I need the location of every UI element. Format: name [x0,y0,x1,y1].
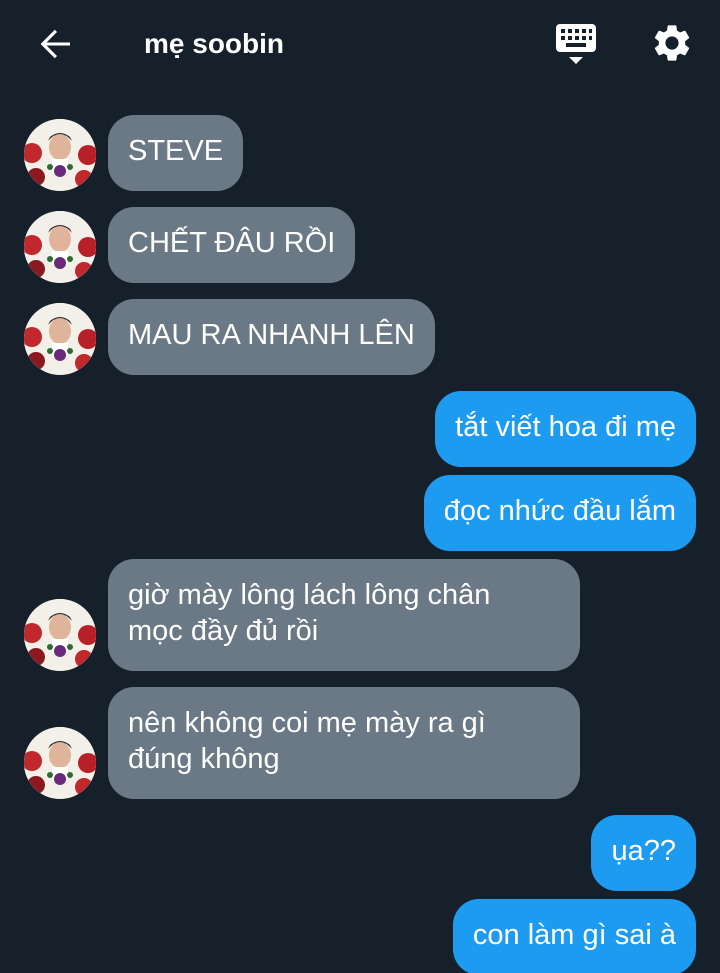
incoming-message-bubble[interactable]: MAU RA NHANH LÊN [108,299,435,375]
contact-avatar[interactable] [24,211,96,283]
message-row: đọc nhức đầu lắm [0,475,720,551]
incoming-message-bubble[interactable]: nên không coi mẹ mày ra gì đúng không [108,687,580,799]
message-text: ụa?? [611,835,676,867]
outgoing-message-bubble[interactable]: tắt viết hoa đi mẹ [435,391,696,467]
back-button[interactable] [36,24,76,64]
keyboard-icon [556,24,596,64]
message-text: con làm gì sai à [472,919,676,951]
incoming-message-bubble[interactable]: STEVE [108,115,244,191]
outgoing-message-bubble[interactable]: đọc nhức đầu lắm [423,475,696,551]
message-row: giờ mày lông lách lông chân mọc đầy đủ r… [0,559,720,671]
message-row: ụa?? [0,815,720,891]
chat-screen: mẹ soobin STEVE CHẾT ĐÂU RỒI MAU RA NHAN… [0,0,720,973]
message-text: CHẾT ĐÂU RỒI [128,227,336,259]
avatar-image [24,211,96,283]
keyboard-button[interactable] [552,22,600,68]
avatar-image [24,599,96,671]
avatar-image [24,727,96,799]
contact-avatar[interactable] [24,119,96,191]
message-row: MAU RA NHANH LÊN [0,299,720,375]
message-text: đúng không [128,743,280,775]
avatar-image [24,303,96,375]
avatar-image [24,119,96,191]
incoming-message-bubble[interactable]: CHẾT ĐÂU RỒI [108,207,356,283]
message-row: tắt viết hoa đi mẹ [0,391,720,467]
outgoing-message-bubble[interactable]: con làm gì sai à [452,899,696,973]
message-text: mọc đầy đủ rồi [128,615,319,647]
gear-icon [654,25,690,61]
message-row: nên không coi mẹ mày ra gì đúng không [0,687,720,799]
message-row: con làm gì sai à [0,899,720,973]
contact-avatar[interactable] [24,303,96,375]
message-text: STEVE [128,135,224,167]
incoming-message-bubble[interactable]: giờ mày lông lách lông chân mọc đầy đủ r… [108,559,580,671]
message-row: STEVE [0,115,720,191]
message-text: đọc nhức đầu lắm [443,495,676,527]
contact-avatar[interactable] [24,727,96,799]
conversation-title[interactable]: mẹ soobin [144,24,284,64]
outgoing-message-bubble[interactable]: ụa?? [591,815,696,891]
message-text: MAU RA NHANH LÊN [128,319,415,351]
message-text: nên không coi mẹ mày ra gì [128,707,486,739]
arrow-left-icon [40,29,70,59]
chat-header: mẹ soobin [0,0,720,88]
settings-button[interactable] [650,21,694,65]
message-text: giờ mày lông lách lông chân [128,579,491,611]
message-text: tắt viết hoa đi mẹ [455,411,676,443]
contact-avatar[interactable] [24,599,96,671]
message-row: CHẾT ĐÂU RỒI [0,207,720,283]
